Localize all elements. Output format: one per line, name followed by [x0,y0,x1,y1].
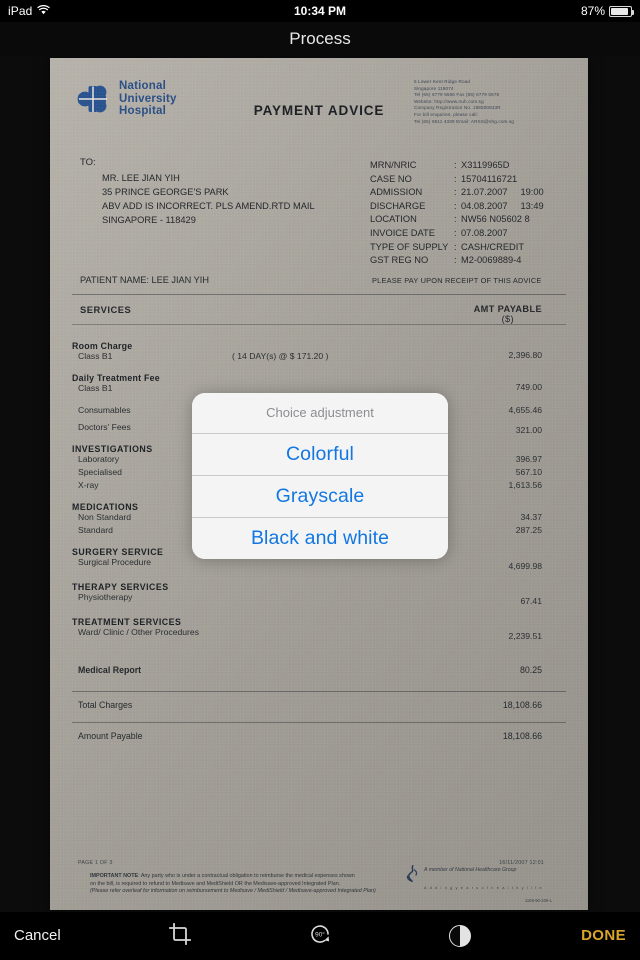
action-sheet-layer: Choice adjustment Colorful Grayscale Bla… [0,0,640,960]
contrast-icon [449,925,471,947]
action-sheet-option-grayscale[interactable]: Grayscale [192,476,448,517]
screen-root: iPad 10:34 PM 87% Process National Unive… [0,0,640,960]
rotate-button[interactable]: 90° [296,912,344,960]
bottom-toolbar: Cancel 90° DONE [0,912,640,960]
action-sheet-title: Choice adjustment [192,393,448,433]
crop-button[interactable] [156,912,204,960]
done-button[interactable]: DONE [581,912,626,960]
cancel-button[interactable]: Cancel [14,912,61,960]
action-sheet-option-black-and-white[interactable]: Black and white [192,518,448,559]
contrast-button[interactable] [436,912,484,960]
rotate-90-icon: 90° [307,921,333,952]
svg-text:90°: 90° [315,930,325,938]
action-sheet-option-colorful[interactable]: Colorful [192,434,448,475]
choice-adjustment-action-sheet[interactable]: Choice adjustment Colorful Grayscale Bla… [192,393,448,559]
crop-icon [168,922,192,951]
